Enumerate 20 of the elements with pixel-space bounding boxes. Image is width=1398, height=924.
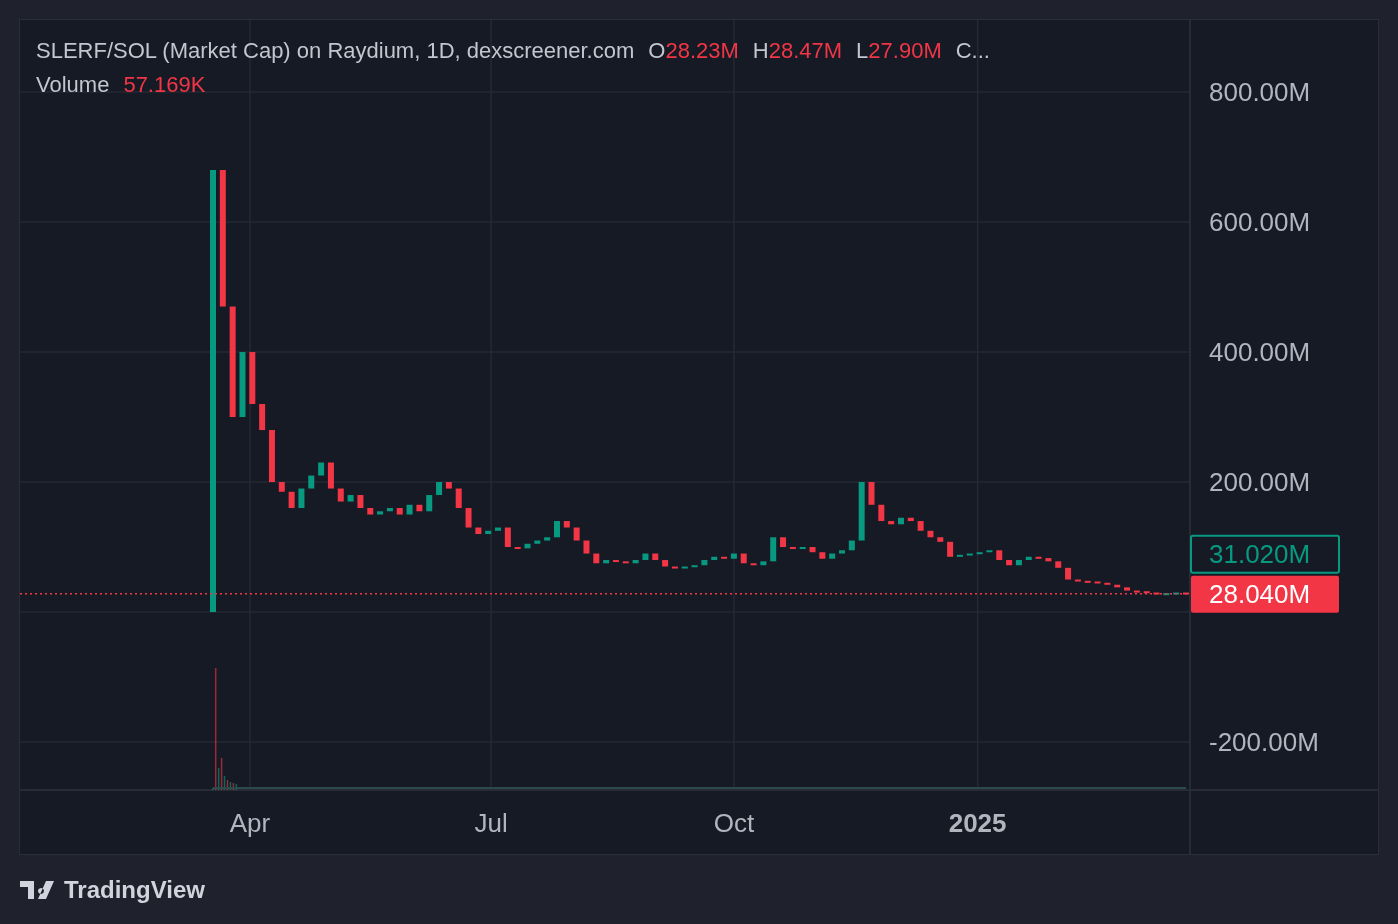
price-label: 800.00M <box>1209 77 1311 107</box>
ohlc-value: C... <box>955 38 990 64</box>
price-tag: 31.020M <box>1190 534 1340 574</box>
brand-name: TradingView <box>64 876 205 904</box>
volume-value: 57.169K <box>123 72 206 98</box>
price-tag: 28.040M <box>1191 575 1339 613</box>
price-label: 400.00M <box>1209 337 1311 367</box>
date-label: 2025 <box>948 808 1007 838</box>
logo-icon <box>20 880 56 900</box>
date-label: Apr <box>229 808 271 838</box>
ohlc-value: L27.90M <box>856 38 942 64</box>
price-label: 600.00M <box>1209 207 1311 237</box>
date-label: Oct <box>713 808 755 838</box>
price-label: -200.00M <box>1209 727 1319 758</box>
chart-title: SLERF/SOL (Market Cap) on Raydium, 1D, dexscreener.com <box>36 38 635 64</box>
ohlc-value: H28.47M <box>752 38 843 64</box>
volume-label: Volume <box>36 72 110 98</box>
date-label: Jul <box>474 808 508 838</box>
price-label: 200.00M <box>1209 467 1311 498</box>
ohlc-value: O28.23M <box>648 38 739 64</box>
